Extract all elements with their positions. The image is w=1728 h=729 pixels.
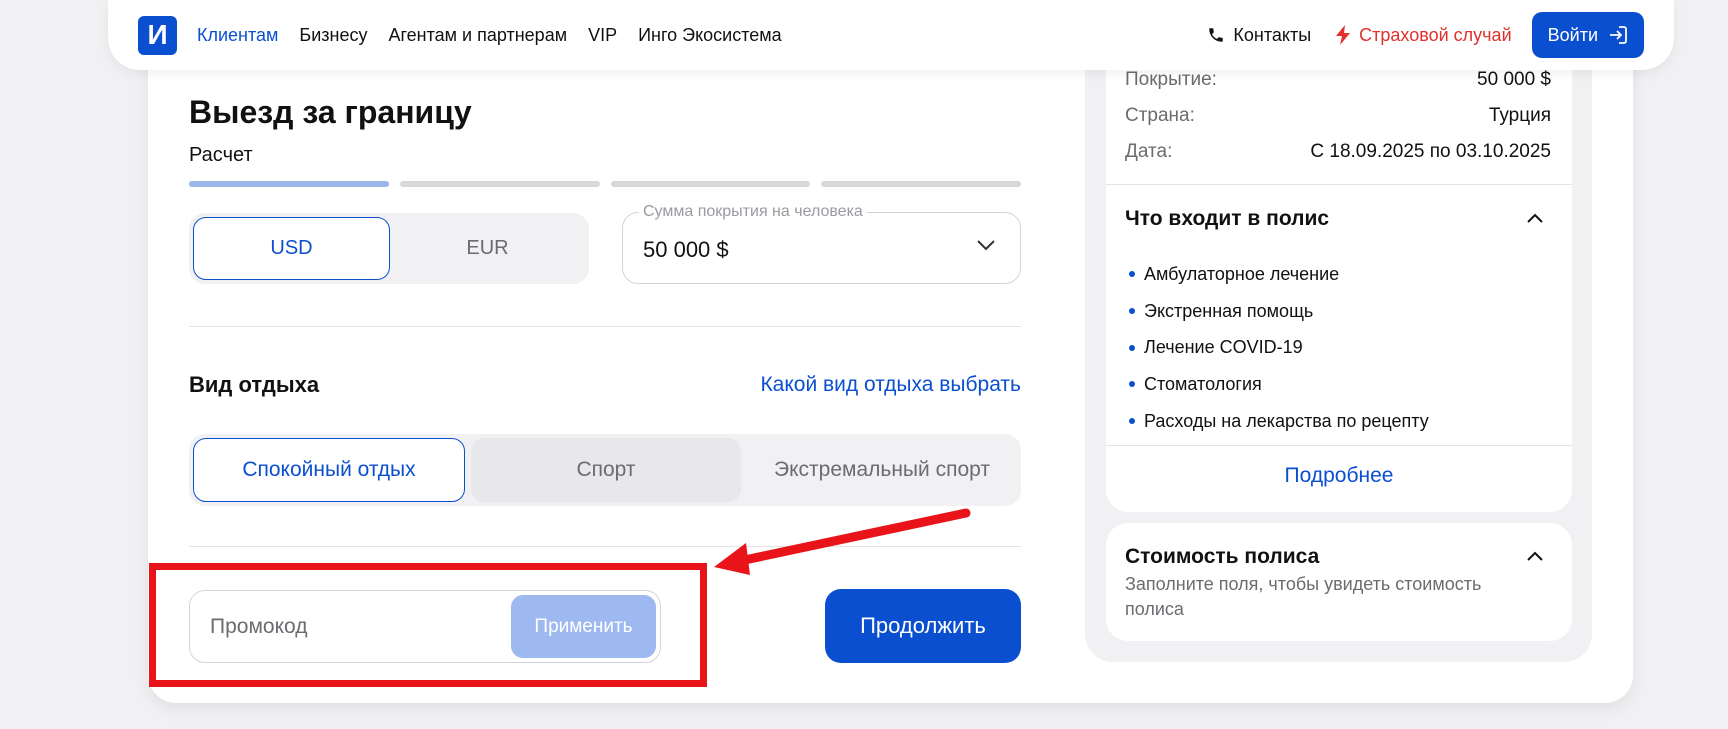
page-title: Выезд за границу xyxy=(189,94,472,130)
rest-type-title: Вид отдыха xyxy=(189,372,320,397)
lightning-icon xyxy=(1336,25,1351,45)
nav-actions: Контакты Страховой случай Войти xyxy=(1207,12,1644,58)
top-navigation: И Клиентам Бизнесу Агентам и партнерам V… xyxy=(108,0,1674,70)
nav-link-ecosystem[interactable]: Инго Экосистема xyxy=(638,25,782,46)
summary-key: Дата: xyxy=(1125,141,1173,162)
summary-row-country: Страна: Турция xyxy=(1125,105,1551,127)
continue-button[interactable]: Продолжить xyxy=(825,589,1021,663)
rest-type-help-link[interactable]: Какой вид отдыха выбрать xyxy=(760,373,1021,397)
summary-row-date: Дата: С 18.09.2025 по 03.10.2025 xyxy=(1125,141,1551,163)
summary-row-coverage: Покрытие: 50 000 $ xyxy=(1125,69,1551,91)
summary-key: Покрытие: xyxy=(1125,69,1217,90)
nav-link-vip[interactable]: VIP xyxy=(588,25,617,46)
progress-segment xyxy=(610,181,811,187)
included-item: Расходы на лекарства по рецепту xyxy=(1129,403,1429,440)
currency-usd[interactable]: USD xyxy=(193,217,390,280)
step-progress xyxy=(189,181,1021,187)
login-label: Войти xyxy=(1547,24,1598,45)
summary-value: С 18.09.2025 по 03.10.2025 xyxy=(1310,141,1551,162)
summary-value: Турция xyxy=(1488,105,1551,126)
currency-eur[interactable]: EUR xyxy=(390,217,585,280)
login-arrow-icon xyxy=(1610,26,1627,44)
included-item: Экстренная помощь xyxy=(1129,293,1429,330)
contacts-label: Контакты xyxy=(1233,24,1312,45)
annotation-arrow-icon xyxy=(714,508,971,575)
price-title[interactable]: Стоимость полиса xyxy=(1125,545,1319,569)
summary-key: Страна: xyxy=(1125,105,1195,126)
progress-segment xyxy=(189,181,389,187)
included-item: Стоматология xyxy=(1129,366,1429,403)
nav-link-agents[interactable]: Агентам и партнерам xyxy=(389,25,568,46)
summary-divider xyxy=(1106,184,1572,185)
chevron-up-icon[interactable] xyxy=(1527,213,1543,223)
rest-type-calm[interactable]: Спокойный отдых xyxy=(193,438,465,502)
rest-type-sport[interactable]: Спорт xyxy=(471,438,741,502)
rest-type-toggle: Спокойный отдых Спорт Экстремальный спор… xyxy=(189,434,1021,506)
progress-segment xyxy=(821,181,1021,187)
summary-divider xyxy=(1106,445,1572,446)
progress-segment xyxy=(399,181,600,187)
step-title: Расчет xyxy=(189,144,253,166)
claim-label: Страховой случай xyxy=(1359,24,1512,45)
included-list: Амбулаторное лечение Экстренная помощь Л… xyxy=(1129,256,1429,439)
currency-toggle: USD EUR xyxy=(189,213,589,284)
annotation-highlight-box xyxy=(149,563,707,687)
included-item: Амбулаторное лечение xyxy=(1129,256,1429,293)
coverage-value: 50 000 $ xyxy=(643,237,729,262)
included-item: Лечение COVID-19 xyxy=(1129,329,1429,366)
price-note: Заполните поля, чтобы увидеть стоимость … xyxy=(1125,574,1482,619)
chevron-up-icon[interactable] xyxy=(1527,551,1543,561)
included-title[interactable]: Что входит в полис xyxy=(1125,207,1329,231)
coverage-label: Сумма покрытия на человека xyxy=(639,203,867,221)
rest-type-extreme[interactable]: Экстремальный спорт xyxy=(747,438,1017,502)
summary-value: 50 000 $ xyxy=(1477,69,1551,90)
more-details-link[interactable]: Подробнее xyxy=(1106,464,1572,488)
login-button[interactable]: Войти xyxy=(1531,12,1644,58)
chevron-down-icon xyxy=(977,240,995,251)
insurance-claim-link[interactable]: Страховой случай xyxy=(1335,24,1512,46)
contacts-link[interactable]: Контакты xyxy=(1207,25,1311,46)
nav-link-business[interactable]: Бизнесу xyxy=(299,25,367,46)
ingo-logo[interactable]: И xyxy=(138,15,177,55)
coverage-select[interactable]: Сумма покрытия на человека 50 000 $ xyxy=(622,203,1021,284)
nav-link-clients[interactable]: Клиентам xyxy=(197,25,278,46)
phone-icon xyxy=(1209,28,1224,42)
divider xyxy=(189,326,1021,327)
